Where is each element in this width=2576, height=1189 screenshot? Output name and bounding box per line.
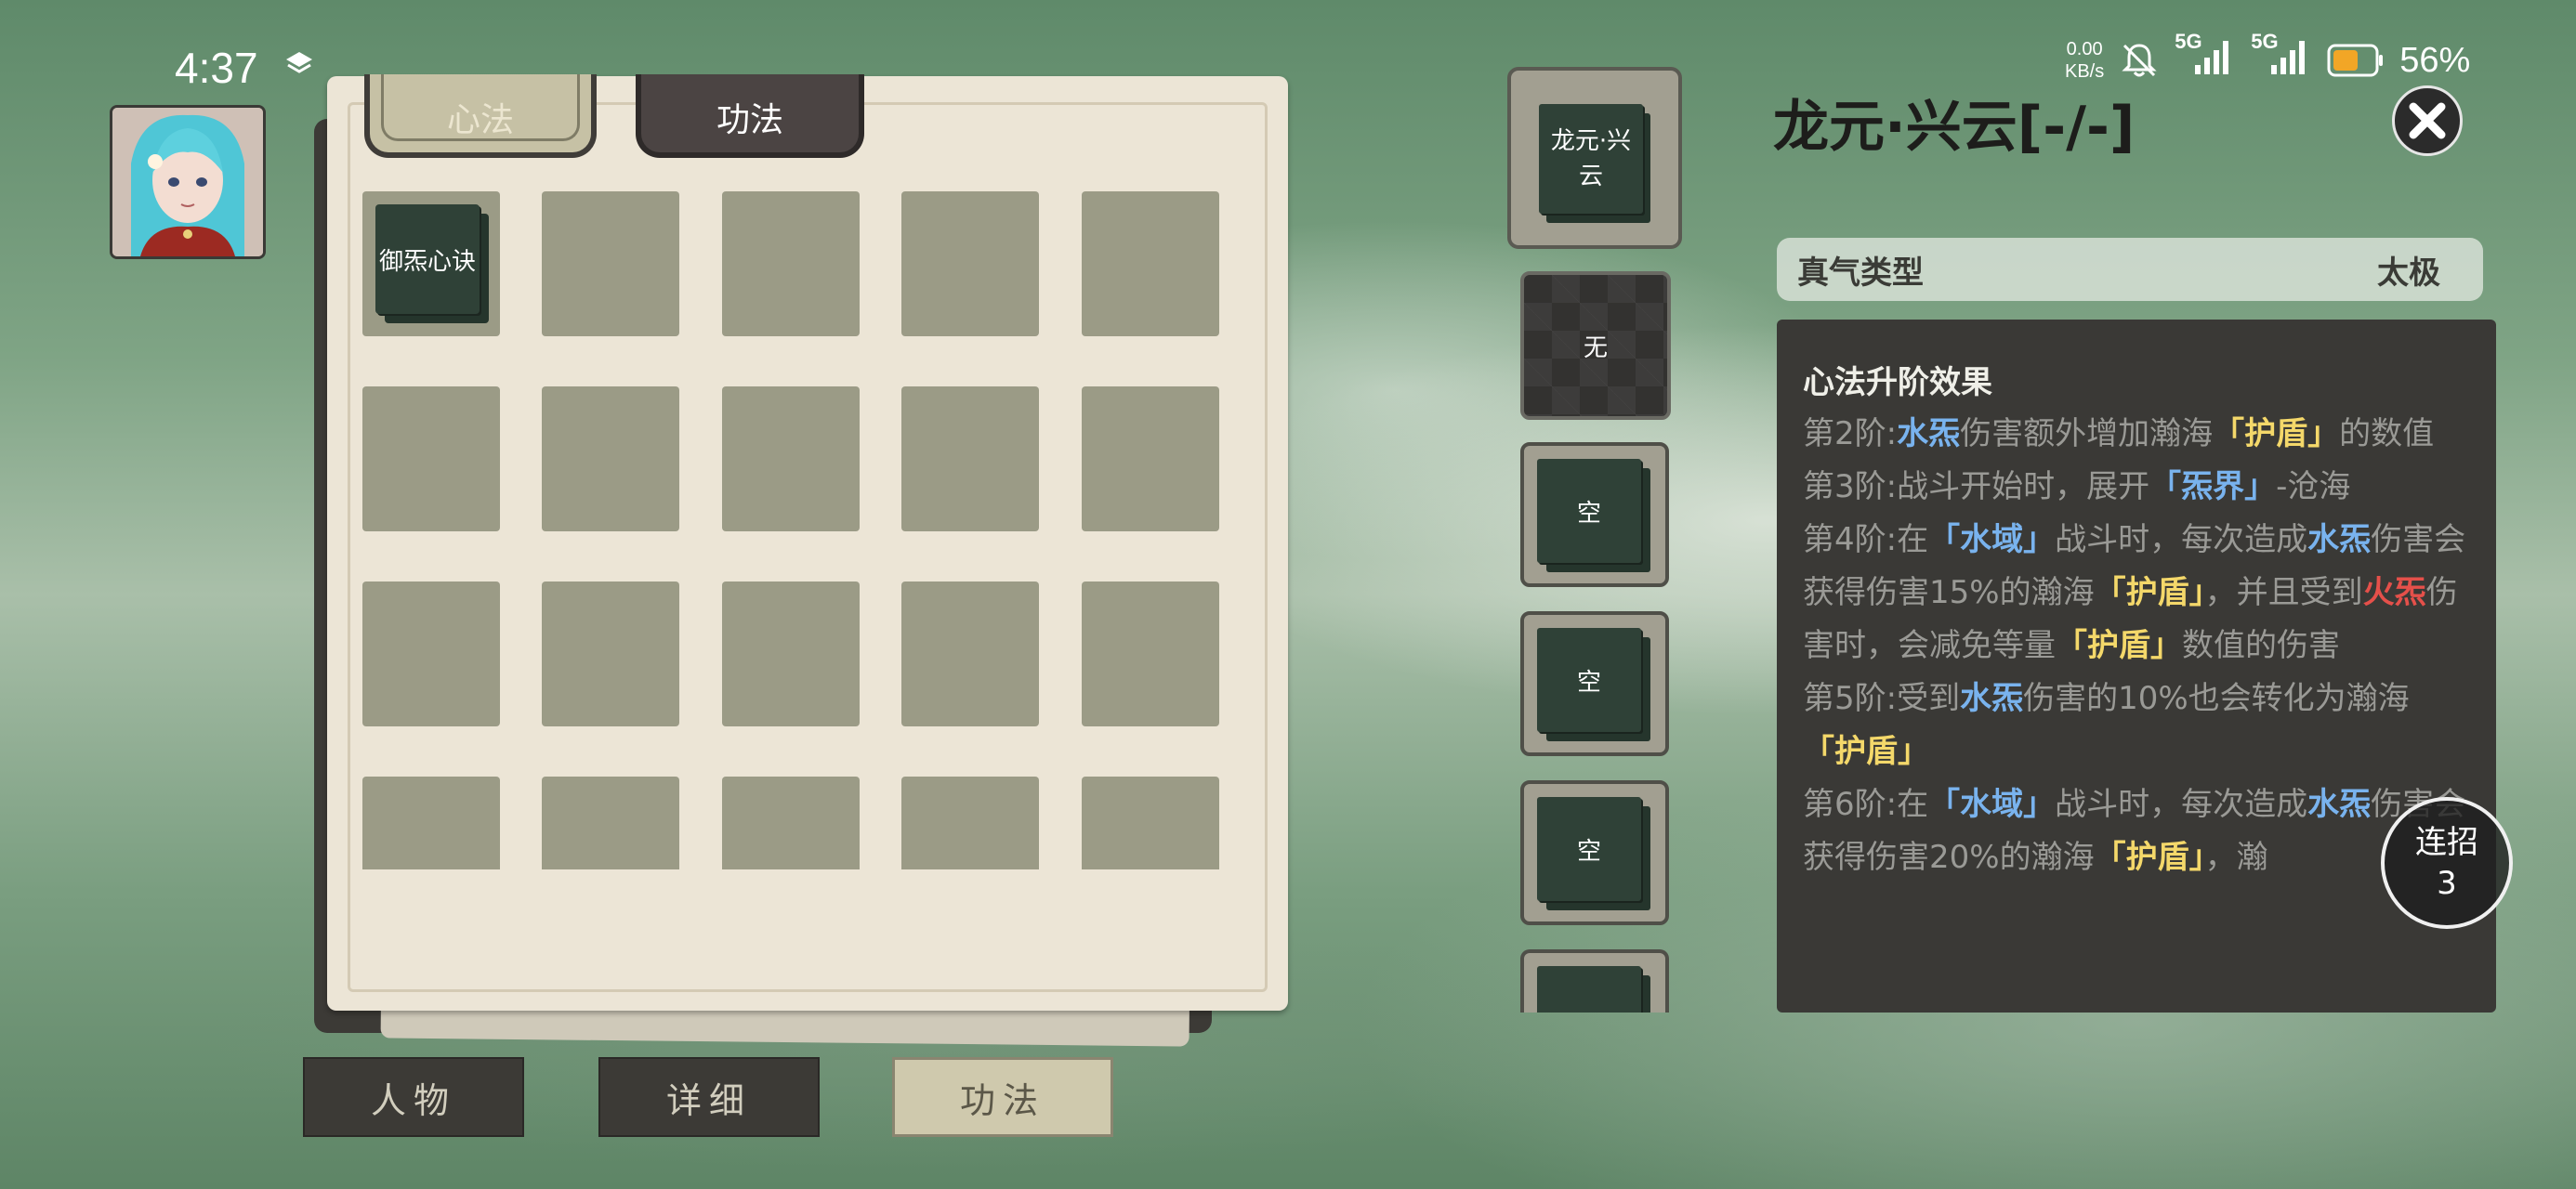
- effect-tier-3: 第3阶:战斗开始时，展开「炁界」-沧海: [1803, 468, 2351, 505]
- battery-percent: 56%: [2399, 40, 2471, 80]
- net-speed: 0.00 KB/s: [2065, 38, 2104, 83]
- equipped-skill-card-label: 龙元·兴云: [1539, 104, 1643, 214]
- net-speed-value: 0.00: [2066, 39, 2103, 59]
- character-portrait-icon: [112, 108, 263, 256]
- tab-xinfa-label: 心法: [446, 101, 514, 139]
- grid-slot[interactable]: [542, 777, 679, 869]
- mute-bell-icon: [2122, 44, 2157, 77]
- grid-slot[interactable]: [722, 581, 860, 726]
- nav-character-button[interactable]: 人物: [303, 1057, 524, 1137]
- equipped-skill-slot[interactable]: 龙元·兴云: [1507, 67, 1682, 249]
- grid-slot[interactable]: [901, 386, 1039, 531]
- status-time: 4:37: [175, 44, 258, 92]
- grid-slot[interactable]: [722, 191, 860, 336]
- qi-type-row: 真气类型 太极: [1777, 238, 2483, 301]
- empty-skill-slot-partial[interactable]: [1520, 949, 1669, 1013]
- grid-slot[interactable]: [1082, 191, 1219, 336]
- grid-slot[interactable]: [722, 777, 860, 869]
- battery-icon: [2327, 44, 2384, 77]
- skill-card-label: 御炁心诀: [375, 204, 480, 314]
- tab-gongfa-label: 功法: [716, 101, 783, 139]
- qi-type-label: 真气类型: [1797, 254, 1924, 292]
- empty-skill-slot[interactable]: 空: [1520, 442, 1669, 587]
- empty-skill-slot[interactable]: 空: [1520, 611, 1669, 756]
- qi-type-value: 太极: [2377, 254, 2440, 292]
- empty-skill-card-label: 空: [1537, 628, 1641, 732]
- grid-slot[interactable]: [901, 777, 1039, 869]
- grid-slot[interactable]: [542, 386, 679, 531]
- layers-icon: [286, 52, 312, 73]
- grid-slot[interactable]: [362, 777, 500, 869]
- signal-2-label: 5G: [2251, 30, 2279, 53]
- effect-tier-4: 第4阶:在「水域」战斗时，每次造成水炁伤害会获得伤害15%的瀚海「护盾」，并且受…: [1803, 521, 2466, 664]
- grid-slot[interactable]: [901, 581, 1039, 726]
- avatar[interactable]: [110, 105, 266, 259]
- nav-gongfa-button[interactable]: 功法: [892, 1057, 1113, 1137]
- none-slot[interactable]: 无: [1520, 271, 1671, 420]
- grid-slot[interactable]: [722, 386, 860, 531]
- tab-gongfa[interactable]: 功法: [636, 74, 864, 158]
- close-button[interactable]: [2392, 85, 2463, 156]
- grid-slot-1[interactable]: 御炁心诀: [362, 191, 500, 336]
- skill-card[interactable]: 御炁心诀: [375, 204, 489, 323]
- effects-header: 心法升阶效果: [1803, 364, 1992, 401]
- empty-skill-card-label: 空: [1537, 797, 1641, 901]
- skill-title: 龙元·兴云[-/-]: [1773, 95, 2136, 160]
- empty-skill-slot[interactable]: 空: [1520, 780, 1669, 925]
- grid-slot[interactable]: [1082, 581, 1219, 726]
- skill-grid: 御炁心诀: [362, 191, 1219, 869]
- signal-1-label: 5G: [2175, 30, 2202, 53]
- effect-tier-5: 第5阶:受到水炁伤害的10%也会转化为瀚海「护盾」: [1803, 680, 2410, 770]
- net-speed-unit: KB/s: [2065, 61, 2105, 82]
- grid-slot[interactable]: [362, 581, 500, 726]
- grid-slot[interactable]: [542, 581, 679, 726]
- grid-slot[interactable]: [1082, 777, 1219, 869]
- grid-slot[interactable]: [542, 191, 679, 336]
- status-icons: 0.00 KB/s 5G 5G 56%: [2065, 30, 2471, 84]
- close-icon: [2409, 102, 2446, 139]
- effect-tier-2: 第2阶:水炁伤害额外增加瀚海「护盾」的数值: [1803, 415, 2435, 452]
- combo-button[interactable]: 连招 3: [2381, 797, 2513, 929]
- combo-label: 连招: [2415, 824, 2478, 861]
- empty-skill-card-front: [1537, 966, 1641, 1013]
- tab-xinfa[interactable]: 心法: [364, 74, 597, 158]
- signal-1: 5G: [2175, 30, 2236, 84]
- empty-skill-card-label: 空: [1537, 459, 1641, 563]
- grid-slot[interactable]: [901, 191, 1039, 336]
- nav-detail-button[interactable]: 详细: [598, 1057, 820, 1137]
- effects-description[interactable]: 心法升阶效果 第2阶:水炁伤害额外增加瀚海「护盾」的数值 第3阶:战斗开始时，展…: [1777, 320, 2496, 1013]
- effects-text: 第2阶:水炁伤害额外增加瀚海「护盾」的数值 第3阶:战斗开始时，展开「炁界」-沧…: [1803, 408, 2470, 884]
- effect-tier-6: 第6阶:在「水域」战斗时，每次造成水炁伤害会获得伤害20%的瀚海「护盾」，瀚: [1803, 786, 2465, 876]
- grid-slot[interactable]: [362, 386, 500, 531]
- grid-slot[interactable]: [1082, 386, 1219, 531]
- signal-2: 5G: [2251, 30, 2312, 84]
- combo-value: 3: [2437, 865, 2457, 902]
